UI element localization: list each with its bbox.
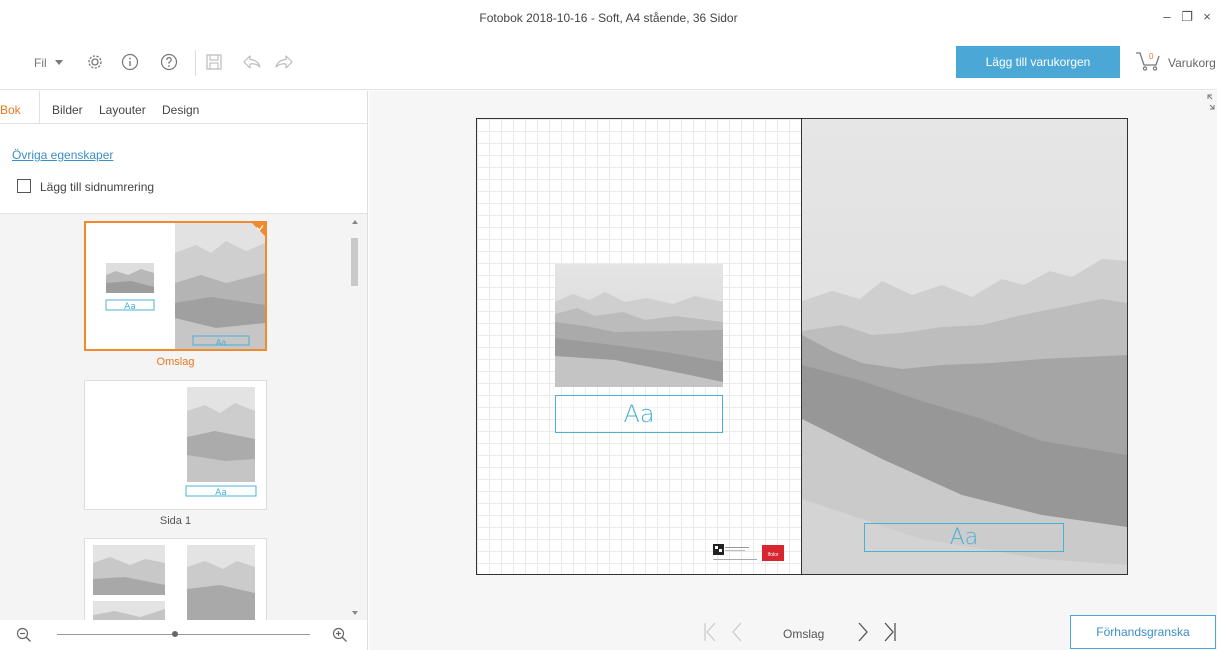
page-numbering-checkbox[interactable] bbox=[17, 179, 31, 193]
title-bar: Fotobok 2018-10-16 - Soft, A4 stående, 3… bbox=[0, 0, 1217, 36]
scroll-down-arrow-icon[interactable] bbox=[352, 611, 358, 615]
front-cover-photo[interactable] bbox=[802, 119, 1127, 574]
back-cover-text-box[interactable]: Aa bbox=[555, 395, 723, 433]
toolbar-divider bbox=[195, 50, 196, 76]
scrollbar-thumb[interactable] bbox=[351, 238, 358, 286]
window-title: Fotobok 2018-10-16 - Soft, A4 stående, 3… bbox=[479, 11, 738, 25]
preview-button[interactable]: Förhandsgranska bbox=[1070, 615, 1216, 649]
thumbnail-scrollbar[interactable] bbox=[348, 214, 362, 620]
scroll-up-arrow-icon[interactable] bbox=[352, 220, 358, 224]
redo-icon[interactable] bbox=[274, 53, 294, 74]
close-button[interactable]: × bbox=[1201, 9, 1213, 25]
tab-bilder[interactable]: Bilder bbox=[52, 103, 83, 117]
book-spread: Aa Ifolor Aa bbox=[476, 118, 1128, 575]
thumbnail-cover-label: Omslag bbox=[156, 356, 195, 368]
editor-canvas: Aa Ifolor Aa Omslag Förhandsgranska bbox=[369, 91, 1217, 650]
thumbnail-zoom-bar bbox=[0, 620, 367, 650]
back-cover-photo[interactable] bbox=[555, 264, 723, 387]
thumbnail-cover-text-left: Aa bbox=[124, 302, 136, 312]
first-page-icon[interactable] bbox=[703, 621, 717, 649]
last-page-icon[interactable] bbox=[883, 621, 897, 649]
gear-icon[interactable] bbox=[86, 53, 104, 74]
save-icon[interactable] bbox=[205, 53, 223, 74]
file-menu[interactable]: Fil bbox=[34, 56, 63, 70]
panel-tabs: Bok Bilder Layouter Design bbox=[0, 91, 367, 124]
chevron-down-icon bbox=[54, 60, 63, 65]
thumbnail-page-1-text: Aa bbox=[215, 488, 227, 498]
main-toolbar: Fil Lägg till varukorgen 0 Varukorg bbox=[0, 36, 1217, 90]
page-numbering-label[interactable]: Lägg till sidnumrering bbox=[40, 180, 154, 194]
barcode-brand-logo: Ifolor bbox=[767, 552, 778, 558]
left-panel: Bok Bilder Layouter Design Övriga egensk… bbox=[0, 91, 368, 650]
previous-page-icon[interactable] bbox=[731, 621, 743, 649]
page-thumbnail-list[interactable]: Aa Aa Omslag Aa Sida 1 bbox=[0, 213, 367, 620]
thumbnail-page-1[interactable]: Aa bbox=[84, 380, 267, 510]
cart-count: 0 bbox=[1149, 52, 1154, 61]
zoom-slider-knob[interactable] bbox=[172, 631, 178, 637]
barcode-label: Ifolor bbox=[710, 543, 786, 565]
restore-button[interactable]: ❐ bbox=[1181, 9, 1193, 25]
cart-icon[interactable]: 0 bbox=[1135, 50, 1161, 77]
minimize-button[interactable]: – bbox=[1161, 9, 1173, 25]
current-page-label: Omslag bbox=[783, 627, 825, 641]
window-controls: – ❐ × bbox=[1161, 9, 1213, 25]
zoom-slider-track[interactable] bbox=[57, 634, 310, 635]
tab-design[interactable]: Design bbox=[162, 103, 199, 117]
thumbnail-page-1-label: Sida 1 bbox=[159, 515, 192, 527]
cart-label[interactable]: Varukorg bbox=[1168, 56, 1216, 70]
thumbnail-cover[interactable]: Aa Aa bbox=[84, 221, 267, 351]
help-icon[interactable] bbox=[160, 53, 178, 74]
front-cover-text-box[interactable]: Aa bbox=[864, 523, 1064, 552]
undo-icon[interactable] bbox=[242, 53, 262, 74]
tab-layouter[interactable]: Layouter bbox=[99, 103, 146, 117]
add-to-cart-button[interactable]: Lägg till varukorgen bbox=[956, 46, 1120, 78]
thumbnail-cover-text-right: Aa bbox=[216, 338, 226, 347]
file-menu-label: Fil bbox=[34, 56, 47, 70]
zoom-in-icon[interactable] bbox=[332, 627, 348, 648]
info-icon[interactable] bbox=[121, 53, 139, 74]
front-cover-page[interactable]: Aa bbox=[802, 119, 1127, 574]
back-cover-page[interactable]: Aa Ifolor bbox=[477, 119, 802, 574]
next-page-icon[interactable] bbox=[857, 621, 869, 649]
thumbnail-page-2-3[interactable] bbox=[84, 538, 267, 620]
other-properties-link[interactable]: Övriga egenskaper bbox=[12, 148, 113, 162]
tab-bok[interactable]: Bok bbox=[0, 103, 21, 117]
zoom-out-icon[interactable] bbox=[16, 627, 32, 648]
expand-icon[interactable] bbox=[1207, 94, 1215, 112]
